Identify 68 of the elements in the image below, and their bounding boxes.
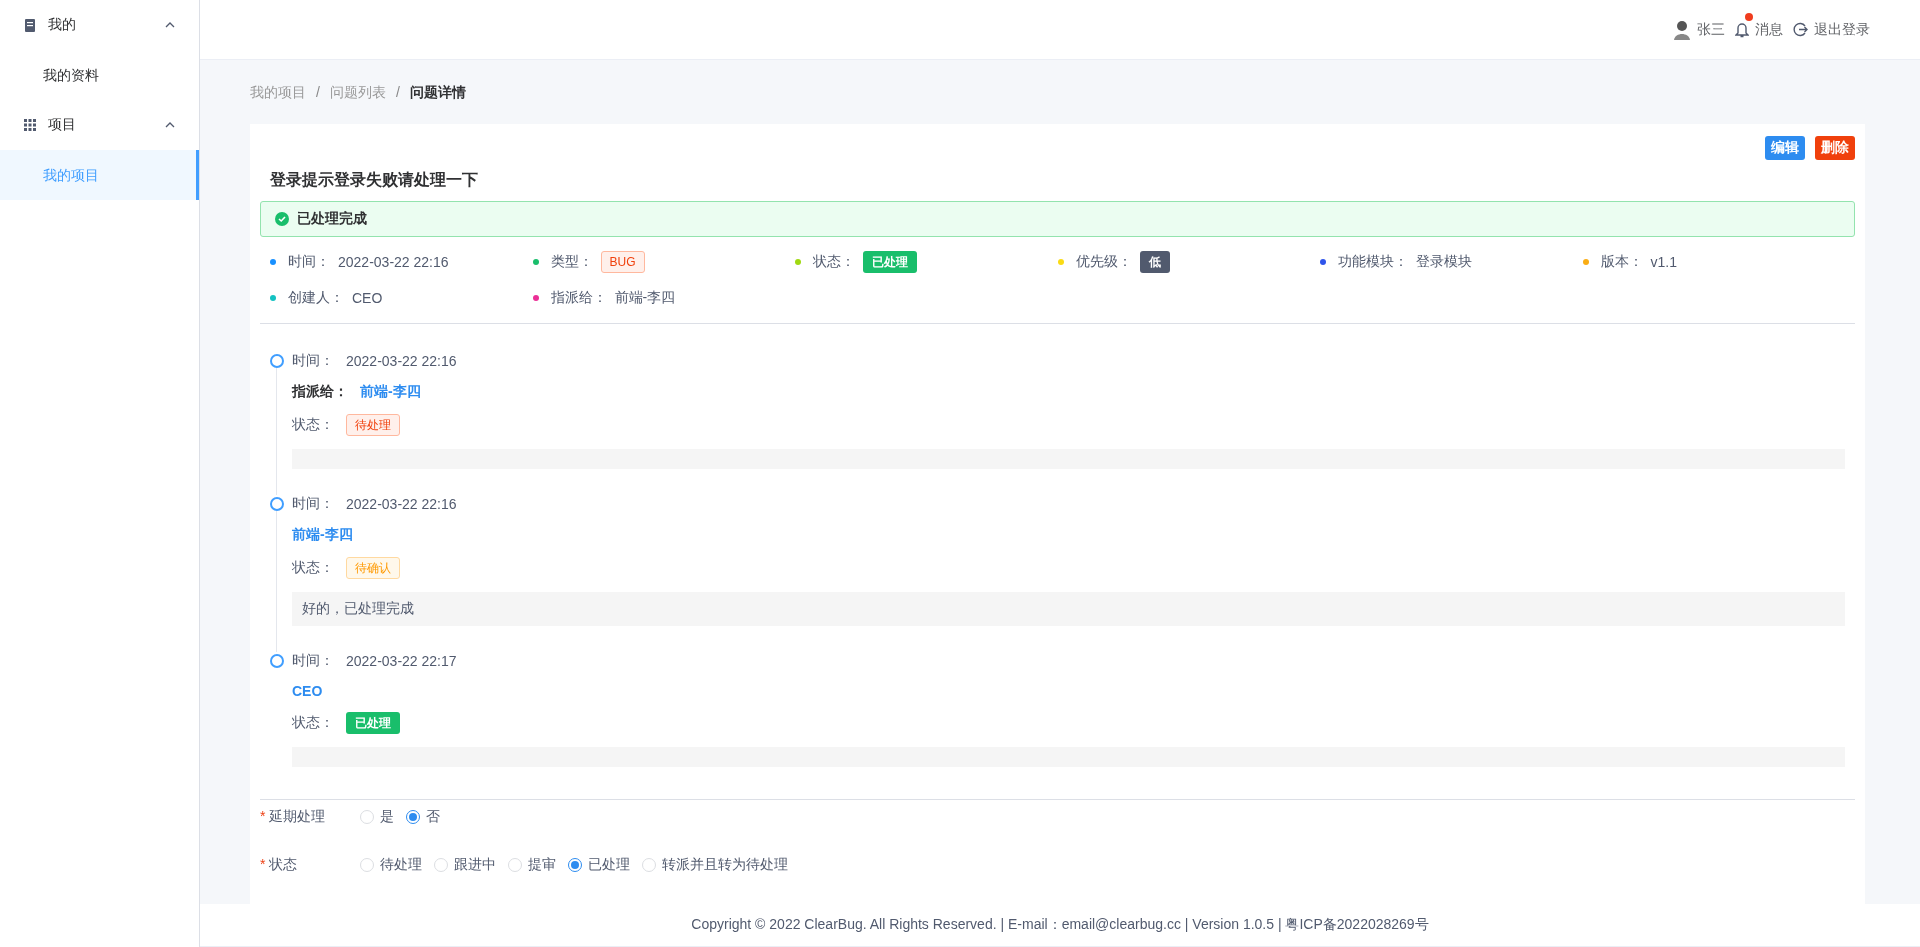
- menu-group-title: 我的: [48, 16, 77, 34]
- time-label: 时间：: [292, 352, 334, 370]
- meta-value: 前端-李四: [614, 289, 676, 307]
- breadcrumb-item: 问题详情: [409, 84, 466, 102]
- time-value: 2022-03-22 22:16: [346, 353, 457, 369]
- assign-label: 指派给：: [292, 383, 348, 401]
- field-label: 状态: [269, 856, 298, 874]
- delete-button[interactable]: 删除: [1815, 136, 1855, 160]
- menu-group[interactable]: 项目: [0, 100, 199, 150]
- meta-label: 功能模块：: [1338, 253, 1408, 271]
- user-name[interactable]: 张三: [1697, 20, 1725, 39]
- person-name: 前端-李四: [292, 526, 353, 544]
- timeline-node: [270, 354, 284, 368]
- meta-label: 优先级：: [1075, 253, 1132, 271]
- bell-icon[interactable]: [1735, 21, 1749, 38]
- comment-box: 好的，已处理完成: [292, 592, 1845, 626]
- footer-text: Copyright © 2022 ClearBug. All Rights Reserved. | E-mail：email@clearbug.cc | Version 1.0.5 | 粤ICP备2022028269号: [691, 916, 1429, 934]
- meta-value: 2022-03-22 22:16: [338, 254, 449, 270]
- menu-item[interactable]: 我的资料: [0, 50, 199, 100]
- check-circle-icon: [275, 212, 289, 226]
- timeline-node: [270, 497, 284, 511]
- radio-label[interactable]: 已处理: [588, 856, 630, 874]
- meta-label: 指派给：: [550, 289, 607, 307]
- required-mark: *: [260, 808, 266, 826]
- time-label: 时间：: [292, 495, 334, 513]
- meta-label: 创建人：: [288, 289, 344, 307]
- person-name: 前端-李四: [360, 383, 421, 401]
- logout-link[interactable]: 退出登录: [1814, 20, 1870, 39]
- logout-icon[interactable]: [1793, 22, 1808, 37]
- person-name: CEO: [292, 683, 323, 699]
- status-label: 状态：: [292, 416, 334, 434]
- issue-title: 登录提示登录失败请处理一下: [270, 170, 479, 190]
- radio-label[interactable]: 是: [380, 808, 394, 826]
- grid-icon: [24, 119, 36, 131]
- time-value: 2022-03-22 22:17: [346, 653, 457, 669]
- meta-value: CEO: [352, 290, 383, 306]
- meta-value: 登录模块: [1416, 253, 1472, 271]
- meta-value: v1.1: [1650, 254, 1677, 270]
- avatar-icon: [1673, 19, 1691, 40]
- time-value: 2022-03-22 22:16: [346, 496, 457, 512]
- status-tag: 待确认: [346, 557, 400, 579]
- messages-link[interactable]: 消息: [1755, 20, 1783, 39]
- meta-label: 版本：: [1600, 253, 1643, 271]
- radio-label[interactable]: 转派并且转为待处理: [662, 856, 788, 874]
- status-tag: BUG: [600, 251, 645, 273]
- breadcrumb-separator: /: [395, 84, 400, 102]
- time-label: 时间：: [292, 652, 334, 670]
- status-tag: 已处理: [346, 712, 400, 734]
- menu-group[interactable]: 我的: [0, 0, 199, 50]
- radio-label[interactable]: 待处理: [380, 856, 422, 874]
- required-mark: *: [260, 856, 266, 874]
- status-label: 状态：: [292, 714, 334, 732]
- status-tag: 待处理: [346, 414, 400, 436]
- book-icon: [24, 18, 36, 32]
- menu-group-title: 项目: [48, 116, 77, 134]
- meta-label: 类型：: [550, 253, 593, 271]
- meta-label: 时间：: [288, 253, 330, 271]
- status-tag: 低: [1139, 251, 1170, 273]
- radio-label[interactable]: 否: [426, 808, 440, 826]
- radio-label[interactable]: 提审: [528, 856, 556, 874]
- radio-label[interactable]: 跟进中: [454, 856, 496, 874]
- timeline-node: [270, 654, 284, 668]
- field-label: 延期处理: [269, 808, 326, 826]
- meta-label: 状态：: [813, 253, 855, 271]
- breadcrumb-separator: /: [316, 84, 320, 102]
- status-label: 状态：: [292, 559, 334, 577]
- alert-text: 已处理完成: [297, 210, 367, 228]
- status-tag: 已处理: [863, 251, 917, 273]
